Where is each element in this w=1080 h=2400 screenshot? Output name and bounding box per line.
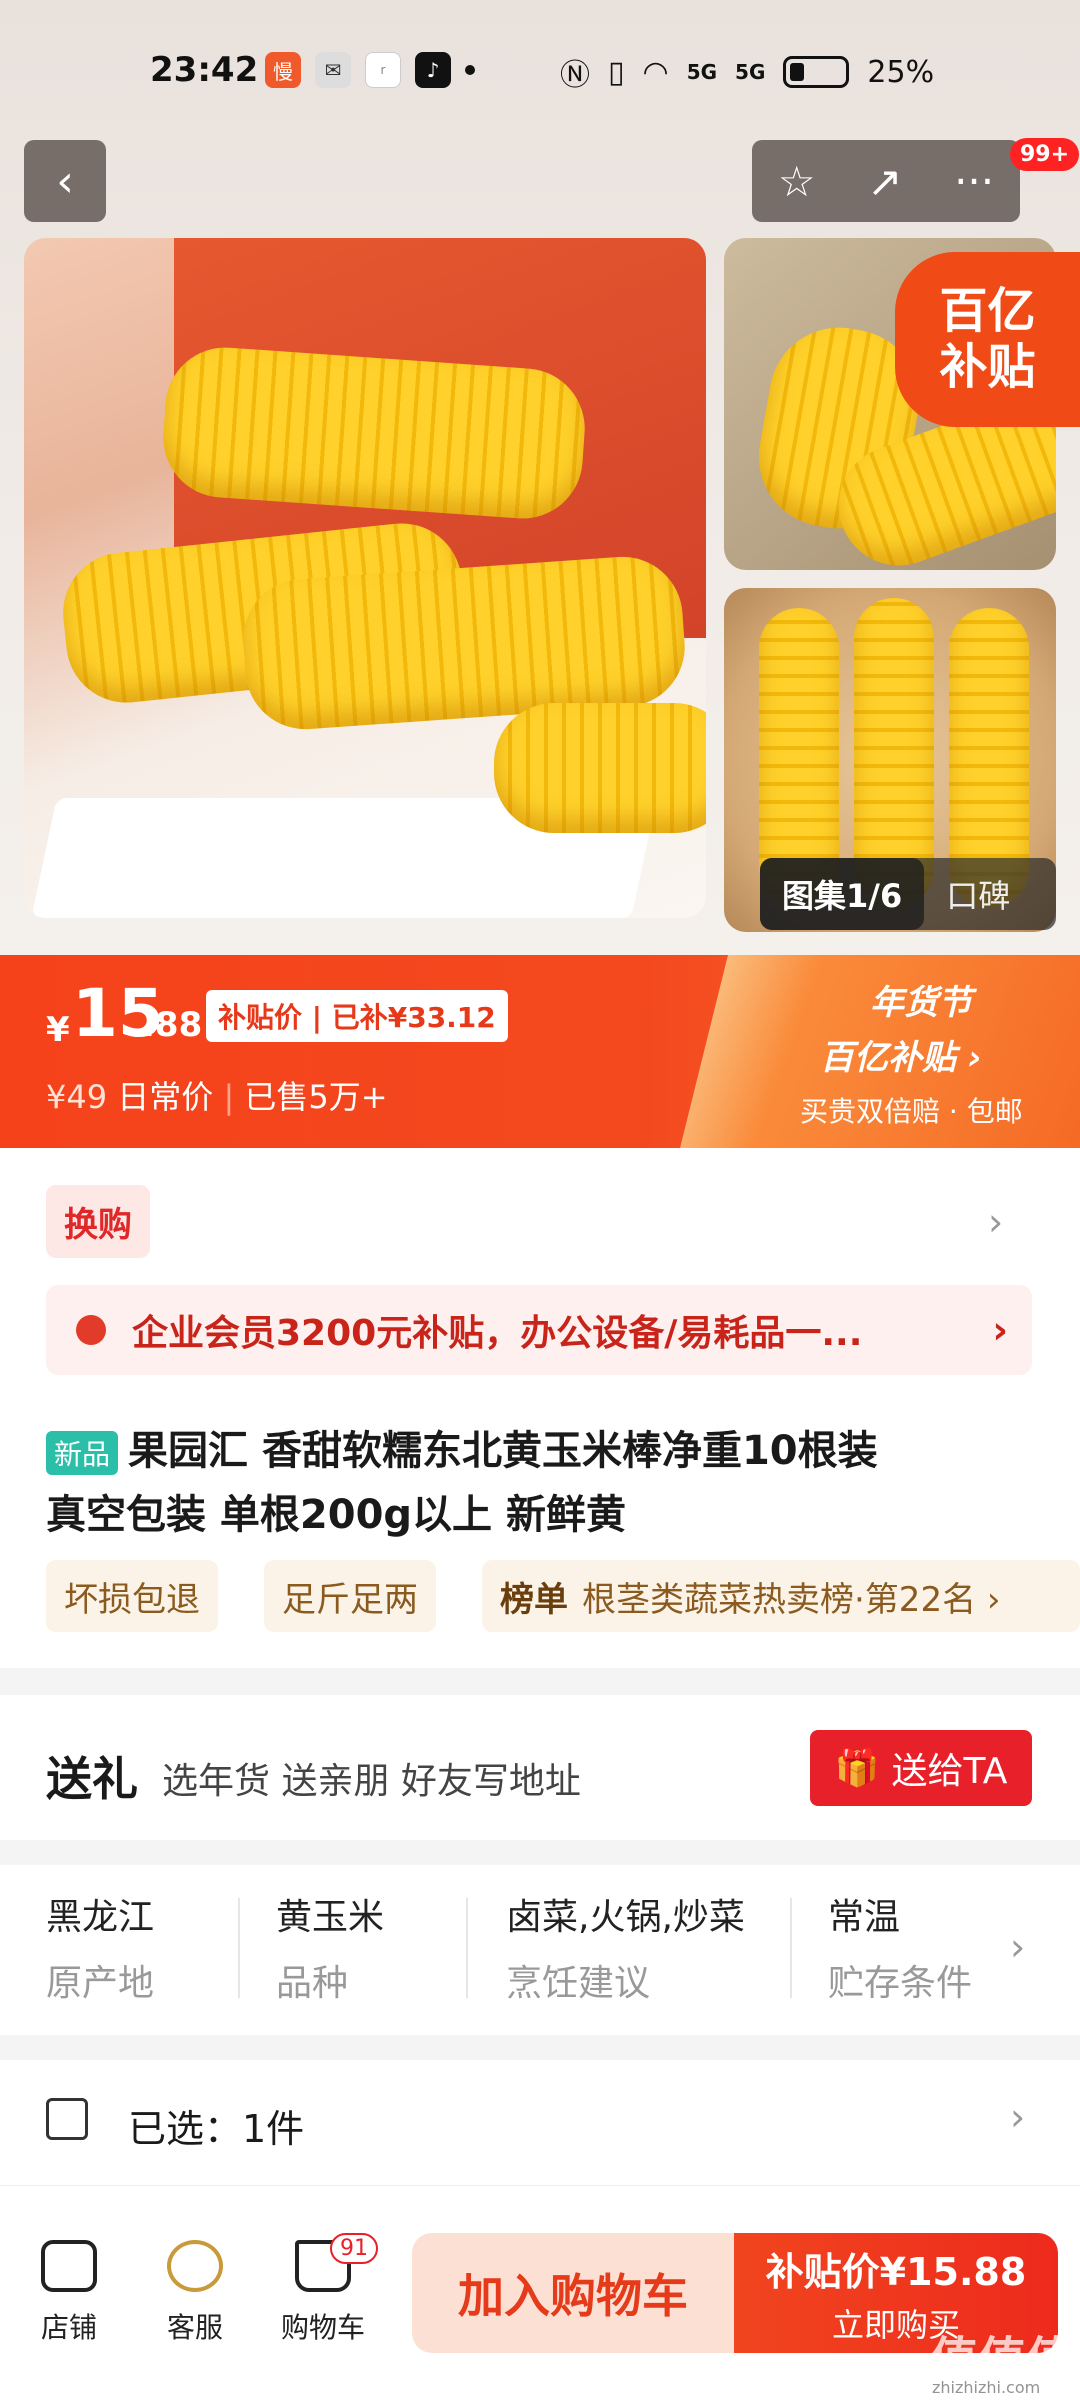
app-notification-icon: 慢 (265, 52, 301, 88)
battery-icon (783, 56, 850, 88)
signal-5g-icon: 5G (686, 60, 718, 84)
original-price-line: ¥49 日常价 | 已售5万+ (46, 1078, 388, 1116)
subsidy-price-tag: 补贴价 | 已补¥33.12 (206, 990, 508, 1042)
attribute-origin: 黑龙江 原产地 (46, 1888, 154, 2006)
chevron-right-icon[interactable]: › (988, 1200, 1003, 1244)
subsidy-badge-line1: 百亿 (939, 283, 1036, 340)
user-icon (76, 1315, 106, 1345)
realme-icon: r (365, 52, 401, 88)
attribute-key: 贮存条件 (828, 1963, 973, 2004)
corn-cob (159, 343, 589, 523)
more-notifications-dot (465, 65, 475, 75)
customer-service-button[interactable]: 客服 (140, 2240, 250, 2346)
attribute-cooking: 卤菜,火锅,炒菜 烹饪建议 (506, 1888, 745, 2006)
back-icon: ‹ (56, 155, 74, 207)
status-bar: 23:42 慢 ✉ r ♪ Ⓝ ▯ ◠ 5G 5G 25% (0, 0, 1080, 140)
send-gift-button[interactable]: 🎁 送给TA (810, 1730, 1032, 1806)
new-product-tag: 新品 (46, 1431, 119, 1475)
attribute-storage: 常温 贮存条件 (828, 1888, 972, 2006)
tiktok-icon: ♪ (415, 52, 451, 88)
corn-cob (494, 703, 706, 833)
product-title-line1: 新品 果园汇 香甜软糯东北黄玉米棒净重10根装 (46, 1418, 1046, 1476)
add-to-cart-button[interactable]: 加入购物车 (412, 2233, 734, 2353)
attribute-key: 原产地 (46, 1963, 155, 2004)
subsidy-badge-line2: 补贴 (939, 338, 1036, 395)
main-product-image[interactable] (24, 238, 706, 918)
more-icon[interactable]: ··· (954, 157, 994, 206)
attribute-value: 黄玉米 (276, 1897, 385, 1938)
wechat-icon: ✉ (315, 52, 351, 88)
wifi-icon: ◠ (642, 54, 669, 90)
gift-icon: 🎁 (834, 1748, 880, 1789)
divider (238, 1898, 240, 1998)
attribute-value: 常温 (828, 1897, 901, 1938)
sold-count: 已售5万+ (244, 1078, 388, 1116)
divider (790, 1898, 792, 1998)
shop-button[interactable]: 店铺 (14, 2240, 124, 2346)
attribute-key: 烹饪建议 (506, 1963, 651, 2004)
ranking-label: 榜单 (500, 1579, 568, 1620)
favorite-icon[interactable]: ☆ (778, 157, 816, 206)
price-currency: ¥ (46, 1010, 70, 1050)
gallery-switcher[interactable]: 图集1/6 口碑 (760, 858, 1056, 930)
buy-price: 补贴价¥15.88 (765, 2249, 1027, 2294)
gift-subtitle: 选年货 送亲朋 好友写地址 (162, 1761, 581, 1802)
chevron-right-icon: › (992, 1308, 1008, 1352)
ranking-chip[interactable]: 榜单 根茎类蔬菜热卖榜·第22名 › (482, 1560, 1080, 1632)
reviews-tab[interactable]: 口碑 (924, 871, 1010, 917)
service-icon (167, 2240, 223, 2292)
message-badge: 99+ (1010, 138, 1080, 171)
attribute-value: 卤菜,火锅,炒菜 (506, 1897, 745, 1938)
shop-icon (41, 2240, 97, 2292)
battery-level: 25% (867, 54, 935, 90)
nfc-icon: Ⓝ (560, 58, 590, 93)
vibrate-icon: ▯ (608, 54, 625, 90)
guarantee-chip-weight[interactable]: 足斤足两 (264, 1560, 436, 1632)
enterprise-promo-text: 企业会员3200元补贴，办公设备/易耗品一... (132, 1313, 863, 1354)
status-time: 23:42 (150, 50, 259, 90)
selection-icon (46, 2098, 88, 2140)
ranking-text: 根茎类蔬菜热卖榜·第22名 › (582, 1579, 1001, 1620)
product-title-line2: 真空包装 单根200g以上 新鲜黄 (46, 1492, 626, 1538)
subsidy-badge: 百亿 补贴 (895, 252, 1080, 427)
gift-title: 送礼 (46, 1752, 138, 1806)
attribute-value: 黑龙江 (46, 1897, 155, 1938)
share-icon[interactable]: ↗ (867, 157, 902, 206)
back-button[interactable]: ‹ (24, 140, 106, 222)
selection-text: 已选：1件 (128, 2107, 305, 2151)
notification-icons: 慢 ✉ r ♪ (265, 52, 475, 88)
chevron-right-icon[interactable]: › (1010, 2095, 1025, 2139)
cart-count-badge: 91 (330, 2233, 378, 2264)
gallery-counter[interactable]: 图集1/6 (760, 858, 925, 930)
original-price: ¥49 (46, 1078, 108, 1116)
enterprise-promo-banner[interactable]: 企业会员3200元补贴，办公设备/易耗品一... › (46, 1285, 1032, 1375)
nav-actions: ☆ ↗ ··· (752, 140, 1020, 222)
product-title-text1: 果园汇 香甜软糯东北黄玉米棒净重10根装 (128, 1428, 878, 1474)
cart-label: 购物车 (280, 2311, 365, 2344)
signal-5g-icon-2: 5G (735, 60, 766, 84)
guarantee-chip-damage[interactable]: 坏损包退 (46, 1560, 218, 1632)
shop-label: 店铺 (40, 2311, 97, 2344)
chevron-right-icon[interactable]: › (1010, 1925, 1025, 1969)
festival-title: 年货节 (870, 983, 972, 1023)
festival-guarantee: 买贵双倍赔 · 包邮 (800, 1095, 1023, 1128)
festival-subsidy-link[interactable]: 百亿补贴 › (820, 1030, 982, 1079)
service-label: 客服 (166, 2311, 223, 2344)
price-decimal: .88 (142, 1005, 203, 1045)
watermark-url: zhizhizhi.com (932, 2378, 1041, 2397)
swap-buy-tag[interactable]: 换购 (46, 1185, 150, 1258)
system-status: Ⓝ ▯ ◠ 5G 5G 25% (560, 50, 934, 94)
attribute-variety: 黄玉米 品种 (276, 1888, 384, 2006)
attribute-key: 品种 (276, 1963, 349, 2004)
original-price-label: 日常价 (117, 1078, 214, 1116)
divider (466, 1898, 468, 1998)
send-gift-label: 送给TA (891, 1751, 1008, 1792)
